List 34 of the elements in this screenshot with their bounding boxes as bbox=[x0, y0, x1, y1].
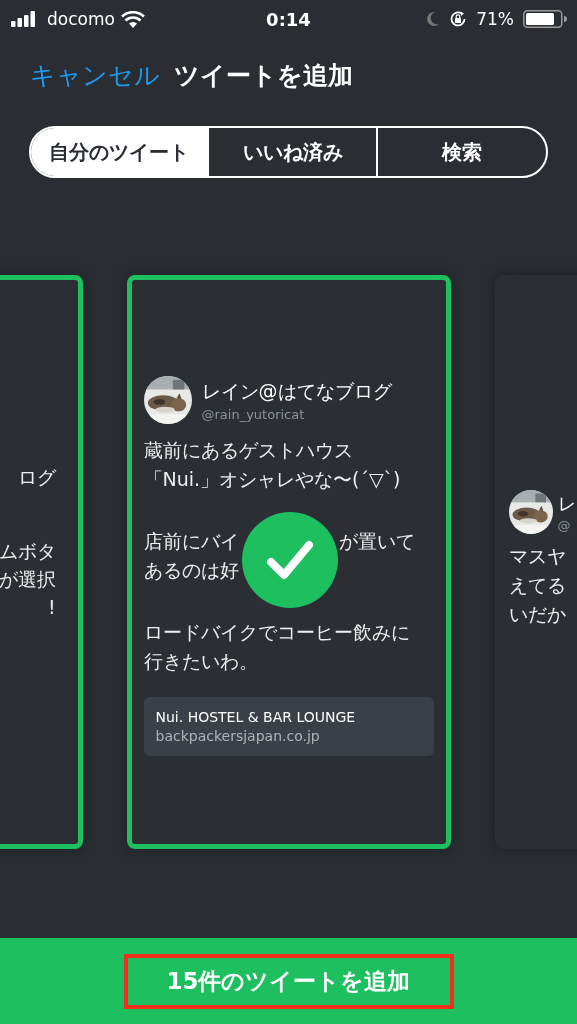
tweet-text: ムボタ bbox=[0, 539, 56, 564]
tweet-text: 「Nui.」オシャレやな〜(´▽`) bbox=[143, 466, 401, 492]
tab[interactable]: いいね済み bbox=[206, 128, 377, 176]
user-handle: @rain_yutoricat bbox=[201, 406, 306, 422]
carrier-name: docomo bbox=[47, 9, 115, 29]
tweet-text: が置いて bbox=[338, 528, 415, 554]
moon-icon bbox=[426, 11, 441, 27]
battery-percent: 71% bbox=[476, 9, 514, 29]
checkmark-icon bbox=[241, 512, 338, 608]
tweet-text: あるのは好 bbox=[143, 557, 239, 583]
tweet-text: ロードバイクでコーヒー飲みに bbox=[143, 619, 410, 645]
user-name: レ bbox=[557, 491, 576, 516]
link-title: Nui. HOSTEL & BAR LOUNGE bbox=[155, 709, 357, 725]
tweet-text: 店前にバイ bbox=[143, 528, 239, 554]
tweet-text: ! bbox=[47, 595, 56, 620]
link-domain: backpackersjapan.co.jp bbox=[155, 728, 321, 744]
tweet-text: 蔵前にあるゲストハウス bbox=[143, 437, 353, 463]
rotation-lock-icon bbox=[449, 10, 468, 28]
battery-icon bbox=[523, 10, 567, 28]
user-handle: @ bbox=[557, 517, 572, 533]
cancel-button[interactable]: キャンセル bbox=[30, 58, 160, 92]
user-name: ログ bbox=[17, 465, 56, 490]
tweet-text: マスヤ bbox=[508, 543, 566, 569]
wifi-icon bbox=[120, 10, 145, 28]
tweet-text: えてる bbox=[508, 572, 566, 598]
tab[interactable]: 自分のツイート bbox=[31, 128, 207, 176]
link-preview[interactable]: Nui. HOSTEL & BAR LOUNGE backpackersjapan.co.jp bbox=[143, 697, 434, 756]
clock-time: 0:14 bbox=[265, 8, 312, 30]
tweet-text: いだか bbox=[508, 601, 566, 627]
tab[interactable]: 検索 bbox=[376, 128, 546, 176]
tweet-card[interactable]: レイン@はてなブログ @rain_yutoricat 蔵前にあるゲストハウス 「Nui.」オシャレやな〜(´▽`) 店前にバイ が置いて あるのは好 ロードバイクでコーヒー飲みに 行きたいわ。 Nui. HOSTEL & BAR LOUNGE backpackersjapan.co.jp bbox=[126, 275, 451, 849]
user-name: レイン@はてなブログ bbox=[201, 378, 392, 404]
tweet-text: 行きたいわ。 bbox=[143, 648, 258, 674]
page-title: ツイートを追加 bbox=[174, 59, 353, 92]
